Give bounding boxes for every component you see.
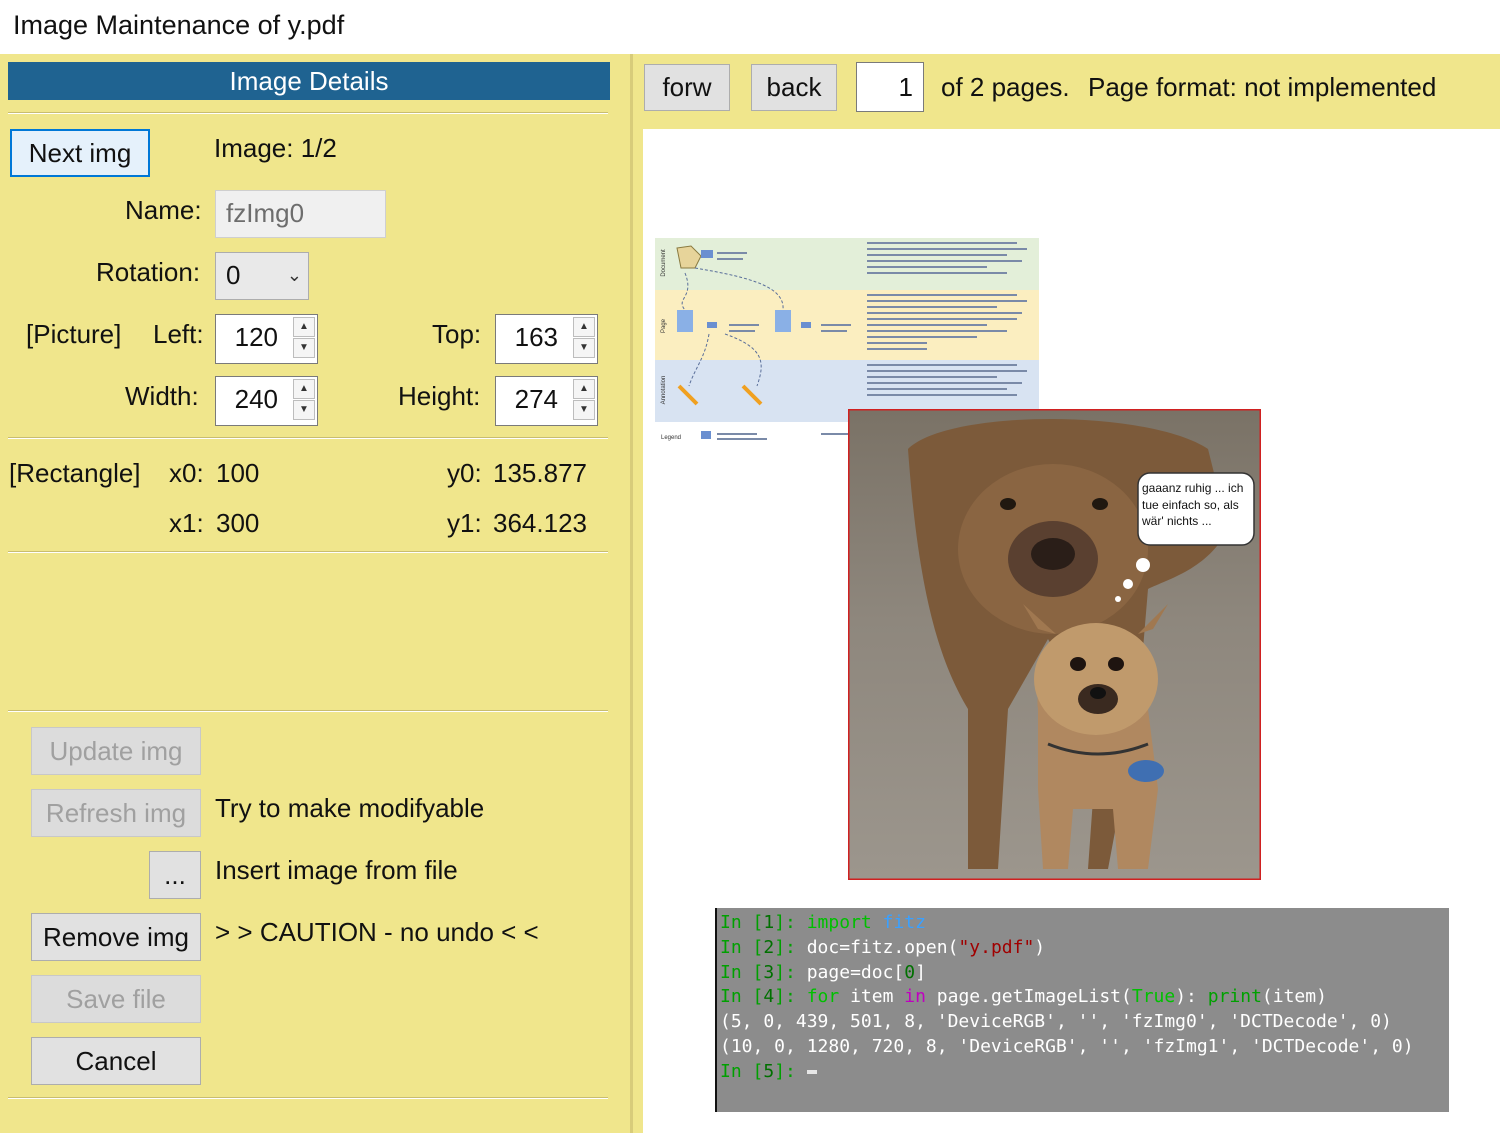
caution-text: > > CAUTION - no undo < < (215, 917, 539, 947)
x1-value: 300 (216, 508, 260, 538)
text-cursor (806, 1069, 817, 1074)
spin-up-icon[interactable]: ▲ (293, 379, 315, 399)
spin-down-icon[interactable]: ▼ (573, 338, 595, 358)
window-title: Image Maintenance of y.pdf (0, 0, 1500, 54)
separator (8, 551, 608, 553)
update-img-button[interactable]: Update img (31, 727, 201, 775)
x1-label: x1: (169, 508, 204, 538)
top-value: 163 (514, 322, 558, 352)
console-line: In [5]: (720, 1060, 1449, 1085)
name-field[interactable]: fzImg0 (215, 190, 386, 238)
browse-file-button[interactable]: ... (149, 851, 201, 899)
name-label: Name: (125, 195, 202, 225)
spin-down-icon[interactable]: ▼ (573, 400, 595, 420)
next-img-button[interactable]: Next img (10, 129, 150, 177)
console-line: In [3]: page=doc[0] (720, 961, 926, 983)
spin-down-icon[interactable]: ▼ (293, 338, 315, 358)
separator (8, 710, 608, 712)
page-count-text: of 2 pages. (941, 72, 1070, 102)
y1-value: 364.123 (493, 508, 587, 538)
image-counter: Image: 1/2 (214, 133, 337, 163)
console-line: In [4]: for item in page.getImageList(Tr… (720, 986, 1327, 1008)
remove-img-button[interactable]: Remove img (31, 913, 201, 961)
rotation-label: Rotation: (96, 257, 201, 287)
forw-button[interactable]: forw (644, 64, 730, 111)
x0-value: 100 (216, 458, 260, 488)
left-spinbox[interactable]: 120 ▲ ▼ (215, 314, 318, 364)
left-label: Left: (153, 319, 204, 349)
diagram-label-page: Page (661, 318, 667, 333)
height-label: Height: (398, 381, 481, 411)
separator (8, 437, 608, 439)
console-line: In [1]: import fitz (720, 912, 926, 933)
rotation-value: 0 (226, 260, 241, 290)
chevron-down-icon: ⌄ (286, 265, 302, 285)
diagram-label-document: Document (661, 249, 667, 277)
console-output-line: (5, 0, 439, 501, 8, 'DeviceRGB', '', 'fz… (720, 1011, 1392, 1033)
console-output-line: (10, 0, 1280, 720, 8, 'DeviceRGB', '', '… (720, 1035, 1414, 1057)
console-image: In [1]: import fitz In [2]: doc=fitz.ope… (715, 908, 1449, 1112)
y0-value: 135.877 (493, 458, 587, 488)
width-spinbox[interactable]: 240 ▲ ▼ (215, 376, 318, 426)
refresh-hint: Try to make modifyable (215, 793, 485, 823)
x0-label: x0: (169, 458, 204, 488)
image-details-header: Image Details (8, 62, 610, 100)
save-file-button[interactable]: Save file (31, 975, 201, 1023)
page-number-input[interactable]: 1 (856, 62, 924, 112)
spin-up-icon[interactable]: ▲ (573, 317, 595, 337)
rectangle-label: [Rectangle] (9, 458, 141, 488)
y0-label: y0: (447, 458, 482, 488)
browse-hint: Insert image from file (215, 855, 458, 885)
console-line: In [2]: doc=fitz.open("y.pdf") (720, 936, 1046, 958)
spin-down-icon[interactable]: ▼ (293, 400, 315, 420)
diagram-label-annotation: Annotation (661, 376, 667, 405)
height-value: 274 (514, 384, 558, 414)
top-label: Top: (432, 319, 482, 349)
width-value: 240 (234, 384, 278, 414)
speech-bubble-text: gaaanz ruhig ... ich tue einfach so, als… (1142, 481, 1244, 528)
legend-label: Legend (661, 435, 681, 441)
back-button[interactable]: back (751, 64, 837, 111)
rotation-select[interactable]: 0 ⌄ (215, 252, 309, 300)
spin-up-icon[interactable]: ▲ (573, 379, 595, 399)
cancel-button[interactable]: Cancel (31, 1037, 201, 1085)
picture-label: [Picture] (26, 319, 122, 349)
y1-label: y1: (447, 508, 482, 538)
height-spinbox[interactable]: 274 ▲ ▼ (495, 376, 598, 426)
left-value: 120 (234, 322, 278, 352)
separator (8, 1097, 608, 1099)
separator (8, 112, 608, 114)
page-format-text: Page format: not implemented (1088, 72, 1437, 102)
width-label: Width: (125, 381, 199, 411)
refresh-img-button[interactable]: Refresh img (31, 789, 201, 837)
top-spinbox[interactable]: 163 ▲ ▼ (495, 314, 598, 364)
spin-up-icon[interactable]: ▲ (293, 317, 315, 337)
